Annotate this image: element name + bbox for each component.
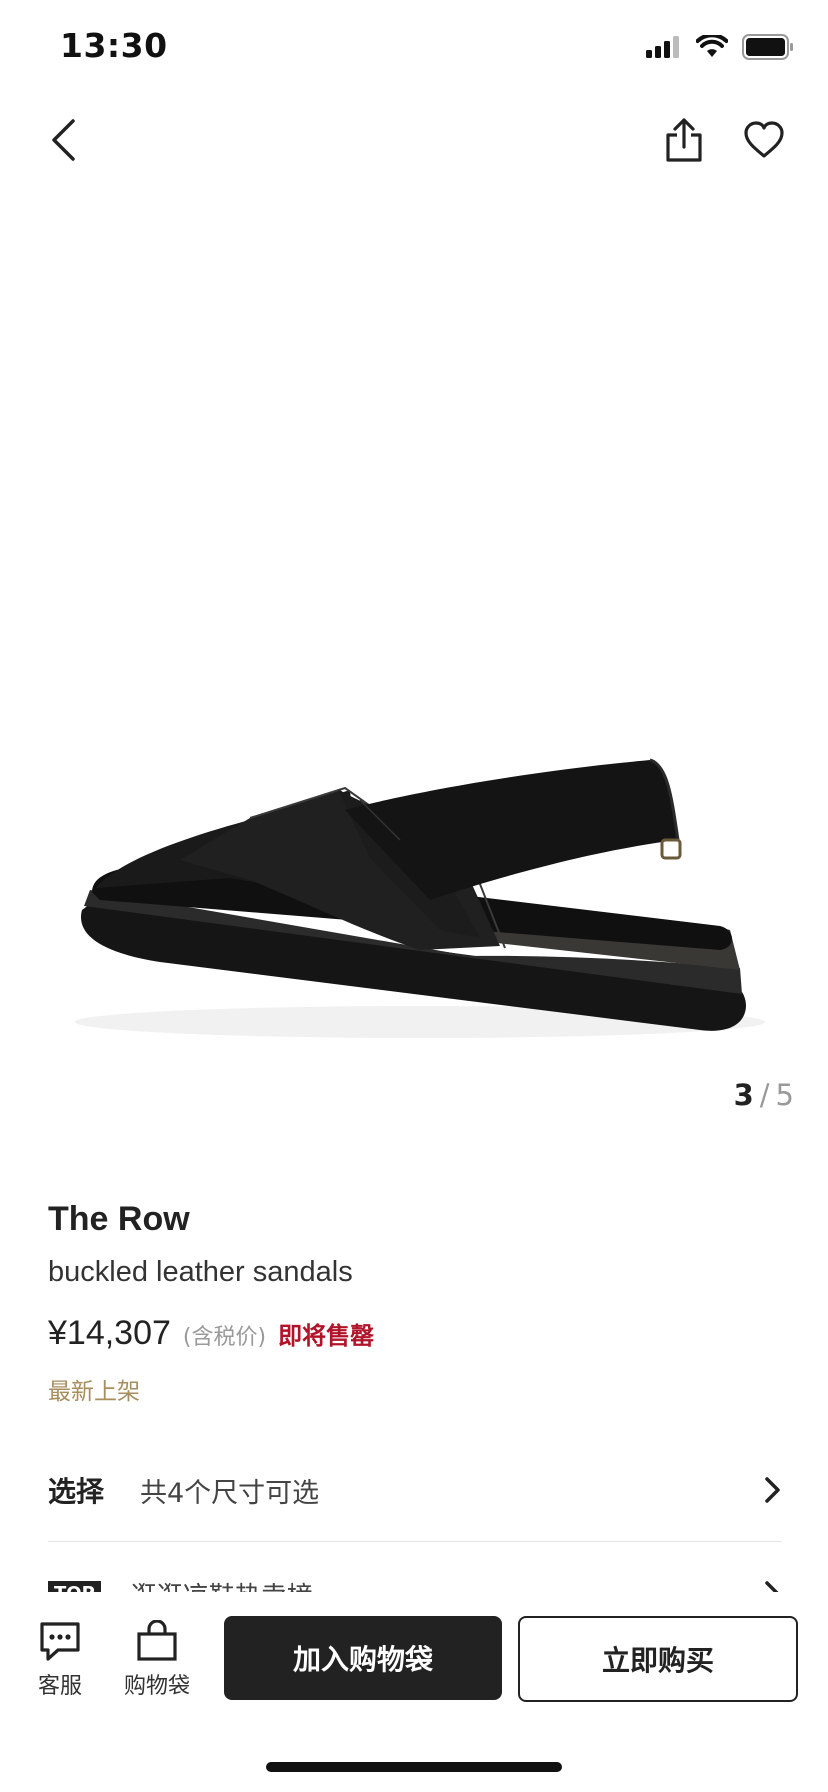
image-counter-separator: / [759, 1078, 770, 1112]
shopping-bag-button[interactable]: 购物袋 [124, 1620, 190, 1700]
signal-icon [646, 36, 679, 58]
size-select-row[interactable]: 选择 共4个尺寸可选 [48, 1440, 782, 1540]
tax-note: (含税价) [182, 1325, 267, 1350]
stock-status-badge: 即将售罄 [278, 1322, 375, 1350]
back-icon [52, 119, 75, 161]
back-button[interactable] [36, 112, 92, 168]
brand-name[interactable]: The Row [48, 1200, 190, 1239]
share-button[interactable] [656, 112, 712, 168]
battery-icon [742, 34, 793, 60]
add-to-bag-button[interactable]: 加入购物袋 [224, 1616, 502, 1700]
image-counter: 3/5 [734, 1078, 794, 1112]
product-image [75, 758, 765, 1038]
status-time: 13:30 [60, 26, 168, 65]
product-image-gallery[interactable] [0, 190, 828, 1090]
customer-service-label: 客服 [38, 1674, 83, 1699]
new-arrival-tag: 最新上架 [48, 1379, 140, 1405]
share-icon [666, 118, 702, 162]
bag-icon [137, 1620, 177, 1661]
chevron-right-icon [765, 1477, 780, 1503]
price-row: ¥14,307 (含税价) 即将售罄 [48, 1314, 374, 1353]
status-icons [646, 34, 794, 60]
chat-icon [40, 1622, 80, 1661]
size-select-value: 共4个尺寸可选 [140, 1477, 320, 1509]
image-counter-total: 5 [775, 1078, 794, 1112]
heart-icon [744, 121, 784, 158]
home-indicator[interactable] [266, 1762, 562, 1772]
divider [48, 1541, 782, 1542]
shopping-bag-label: 购物袋 [124, 1674, 191, 1699]
product-name: buckled leather sandals [48, 1256, 353, 1288]
image-counter-current: 3 [733, 1078, 754, 1112]
wifi-icon [696, 35, 728, 57]
favorite-button[interactable] [736, 112, 792, 168]
buy-now-button[interactable]: 立即购买 [518, 1616, 798, 1702]
size-select-label: 选择 [48, 1475, 105, 1508]
customer-service-button[interactable]: 客服 [38, 1620, 82, 1700]
price: ¥14,307 [48, 1314, 171, 1352]
